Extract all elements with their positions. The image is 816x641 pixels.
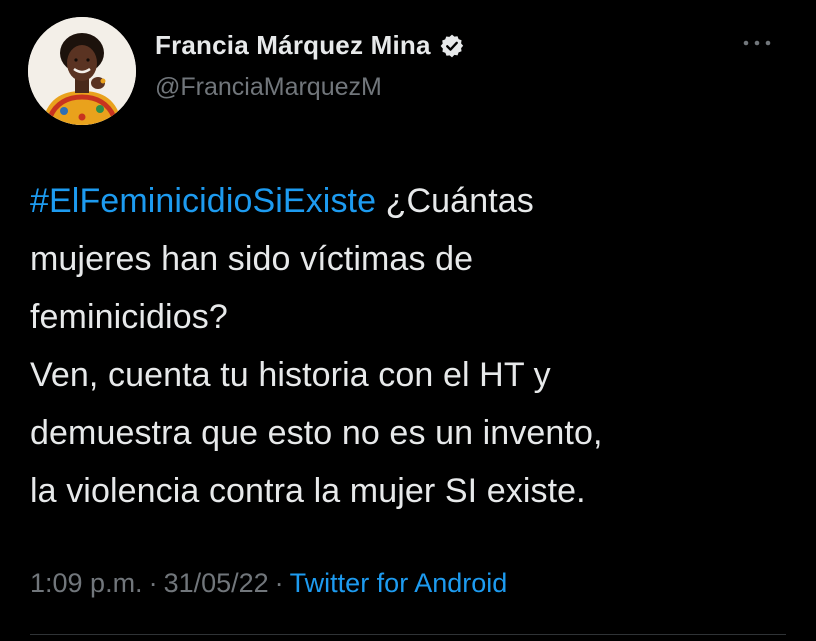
more-options-icon[interactable]	[740, 35, 774, 51]
tweet-date[interactable]: 31/05/22	[164, 568, 269, 598]
profile-photo-icon	[28, 17, 136, 125]
tweet-line-3: feminicidios?	[30, 298, 228, 336]
author-display-name[interactable]: Francia Márquez Mina	[155, 30, 431, 61]
tweet-text-segment: ¿Cuántas	[376, 182, 534, 220]
tweet-metadata: 1:09 p.m. · 31/05/22 · Twitter for Android	[30, 568, 507, 599]
hashtag-link[interactable]: #ElFeminicidioSiExiste	[30, 182, 376, 220]
tweet: Francia Márquez Mina @FranciaMarquezM #E…	[0, 0, 816, 641]
tweet-line-1: #ElFeminicidioSiExiste ¿Cuántas	[30, 172, 790, 230]
tweet-line-6: la violencia contra la mujer SI existe.	[30, 472, 586, 510]
tweet-line-4: Ven, cuenta tu historia con el HT y	[30, 356, 551, 394]
tweet-text: #ElFeminicidioSiExiste ¿Cuántas mujeres …	[30, 172, 790, 520]
author-name-row: Francia Márquez Mina	[155, 30, 465, 61]
author-avatar[interactable]	[28, 17, 136, 125]
tweet-source-link[interactable]: Twitter for Android	[290, 568, 508, 598]
meta-separator: ·	[148, 568, 158, 598]
meta-separator: ·	[274, 568, 284, 598]
divider	[30, 634, 786, 635]
verified-badge-icon	[439, 33, 465, 59]
tweet-line-5: demuestra que esto no es un invento,	[30, 414, 603, 452]
tweet-time[interactable]: 1:09 p.m.	[30, 568, 143, 598]
tweet-line-2: mujeres han sido víctimas de	[30, 240, 474, 278]
author-handle[interactable]: @FranciaMarquezM	[155, 73, 382, 102]
